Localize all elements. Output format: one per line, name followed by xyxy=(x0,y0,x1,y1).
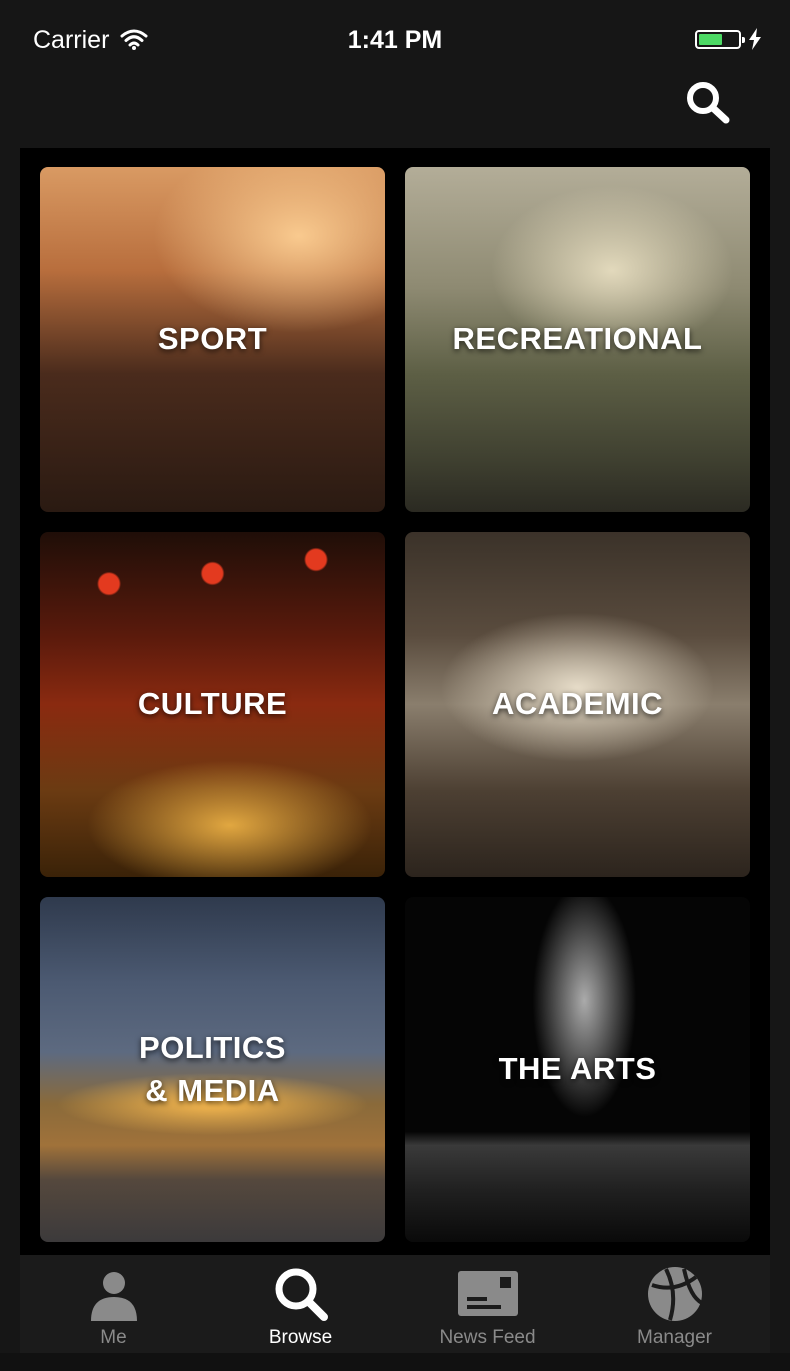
charging-bolt-icon xyxy=(749,28,761,50)
tab-manager[interactable]: Manager xyxy=(581,1255,768,1353)
header xyxy=(0,80,790,148)
category-grid: SPORT RECREATIONAL CULTURE ACADEMIC POLI… xyxy=(20,148,770,1255)
tab-label: Me xyxy=(100,1327,127,1348)
bottom-strip xyxy=(0,1353,790,1371)
tab-me[interactable]: Me xyxy=(20,1255,207,1353)
tab-label: Manager xyxy=(637,1327,712,1348)
category-label: CULTURE xyxy=(137,686,288,721)
news-card-icon xyxy=(457,1271,518,1316)
category-label: SPORT xyxy=(157,321,268,356)
category-tile-politics-media[interactable]: POLITICS & MEDIA xyxy=(40,897,385,1242)
tab-label: News Feed xyxy=(439,1327,536,1348)
status-time: 1:41 PM xyxy=(347,26,443,54)
battery-fill xyxy=(699,34,722,45)
category-label: THE ARTS xyxy=(498,1051,657,1086)
search-icon xyxy=(275,1268,328,1321)
category-label-line1: POLITICS xyxy=(139,1030,286,1065)
category-tile-culture[interactable]: CULTURE xyxy=(40,532,385,877)
category-label-line2: & MEDIA xyxy=(145,1073,280,1108)
battery-icon xyxy=(695,30,745,49)
category-tile-sport[interactable]: SPORT xyxy=(40,167,385,512)
ball-icon xyxy=(647,1267,703,1321)
category-label: RECREATIONAL xyxy=(452,321,703,356)
tab-browse[interactable]: Browse xyxy=(207,1255,394,1353)
category-tile-the-arts[interactable]: THE ARTS xyxy=(405,897,750,1242)
battery-nub xyxy=(742,37,745,43)
tab-news-feed[interactable]: News Feed xyxy=(394,1255,581,1353)
category-tile-recreational[interactable]: RECREATIONAL xyxy=(405,167,750,512)
search-icon[interactable] xyxy=(684,80,734,124)
person-icon xyxy=(90,1272,137,1321)
category-label: ACADEMIC xyxy=(491,686,664,721)
tab-label: Browse xyxy=(268,1327,333,1348)
tab-bar: Me Browse News Feed Manager xyxy=(20,1255,770,1353)
category-tile-academic[interactable]: ACADEMIC xyxy=(405,532,750,877)
status-bar: Carrier 1:41 PM xyxy=(0,0,790,80)
